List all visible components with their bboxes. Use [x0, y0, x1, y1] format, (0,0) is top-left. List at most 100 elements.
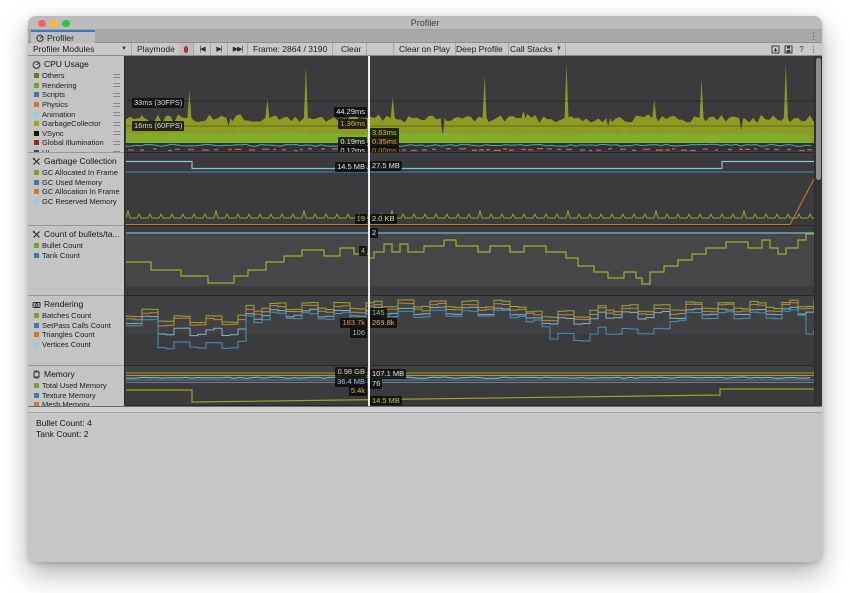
- vertices-count-label: 269.8k: [370, 318, 397, 328]
- cpu-value-label: 0.12ms: [338, 146, 367, 153]
- chevron-down-icon: ▼: [556, 46, 562, 52]
- cpu-gridline-label-33ms: 33ms (30FPS): [132, 98, 184, 108]
- legend-item[interactable]: Vertices Count: [28, 340, 124, 350]
- module-cpu-usage[interactable]: CPU Usage Others Rendering Scripts Physi…: [28, 56, 124, 153]
- legend-item[interactable]: SetPass Calls Count: [28, 321, 124, 331]
- chart-cpu-usage[interactable]: 33ms (30FPS) 16ms (60FPS) 44.29ms 1.36ms…: [126, 56, 814, 153]
- gc-value-label: 14.5 MB: [335, 162, 367, 172]
- drag-handle-icon[interactable]: [113, 74, 120, 78]
- clear-on-play-toggle[interactable]: Clear on Play: [393, 43, 456, 55]
- legend-item[interactable]: Texture Memory: [28, 391, 124, 401]
- series-color-swatch: [34, 313, 39, 318]
- memory-value-label: 5.4k: [349, 386, 367, 396]
- series-color-swatch: [34, 342, 39, 347]
- record-button[interactable]: [179, 43, 194, 55]
- drag-handle-icon[interactable]: [113, 93, 120, 97]
- module-sidebar: CPU Usage Others Rendering Scripts Physi…: [28, 56, 125, 406]
- window-titlebar[interactable]: Profiler: [28, 16, 822, 30]
- legend-item[interactable]: GarbageCollector: [28, 119, 124, 129]
- chart-count-of-bullets[interactable]: 2 4: [126, 226, 814, 296]
- series-color-swatch: [34, 83, 39, 88]
- call-stacks-dropdown[interactable]: ▼: [553, 43, 566, 55]
- cpu-value-label: 1.36ms: [338, 119, 367, 129]
- tank-count-detail: Tank Count: 2: [36, 429, 88, 439]
- series-color-swatch: [34, 332, 39, 337]
- drag-handle-icon[interactable]: [113, 83, 120, 87]
- crossed-tools-icon: [32, 230, 41, 239]
- legend-item[interactable]: GC Allocation In Frame Cour: [28, 187, 124, 197]
- previous-frame-button[interactable]: |◀: [194, 43, 211, 55]
- profiler-modules-dropdown[interactable]: Profiler Modules▼: [28, 43, 132, 55]
- gc-value-label: 2.0 KB: [370, 214, 397, 224]
- series-color-swatch: [34, 73, 39, 78]
- rendering-icon: [32, 300, 41, 309]
- legend-item[interactable]: VSync: [28, 129, 124, 139]
- legend-item[interactable]: Batches Count: [28, 311, 124, 321]
- clear-button[interactable]: Clear: [336, 43, 367, 55]
- module-title: Rendering: [44, 299, 83, 309]
- series-color-swatch: [34, 180, 39, 185]
- legend-item[interactable]: Physics: [28, 100, 124, 110]
- chart-scrollbar[interactable]: [814, 56, 822, 406]
- current-frame-icon: ▶▶|: [233, 45, 243, 53]
- details-text: Bullet Count: 4Tank Count: 2: [28, 413, 822, 440]
- cpu-gauge-icon: [32, 60, 41, 69]
- drag-handle-icon[interactable]: [113, 141, 120, 145]
- series-color-swatch: [34, 383, 39, 388]
- legend-item[interactable]: Others: [28, 71, 124, 81]
- legend-item[interactable]: Bullet Count: [28, 241, 124, 251]
- window-title: Profiler: [28, 18, 822, 28]
- legend-item[interactable]: Tank Count: [28, 251, 124, 261]
- save-profile-button[interactable]: [782, 43, 795, 55]
- series-color-swatch: [34, 112, 39, 117]
- module-rendering[interactable]: Rendering Batches Count SetPass Calls Co…: [28, 296, 124, 366]
- pane-splitter[interactable]: [28, 406, 822, 413]
- legend-item[interactable]: Animation: [28, 109, 124, 119]
- batches-count-label: 145: [370, 308, 387, 318]
- chart-rendering[interactable]: 145 183.7k 269.8k 106: [126, 296, 814, 366]
- module-title: CPU Usage: [44, 59, 89, 69]
- triangles-count-label: 183.7k: [340, 318, 367, 328]
- legend-item[interactable]: GC Reserved Memory: [28, 197, 124, 207]
- legend-item[interactable]: GC Used Memory: [28, 178, 124, 188]
- module-title: Memory: [44, 369, 75, 379]
- legend-item[interactable]: Total Used Memory: [28, 381, 124, 391]
- drag-handle-icon[interactable]: [113, 131, 120, 135]
- series-color-swatch: [34, 170, 39, 175]
- tab-profiler[interactable]: Profiler: [31, 30, 95, 43]
- module-count-of-bullets[interactable]: Count of bullets/ta... Bullet Count Tank…: [28, 226, 124, 296]
- module-title: Garbage Collection: [44, 156, 117, 166]
- drag-handle-icon[interactable]: [113, 103, 120, 107]
- module-garbage-collection[interactable]: Garbage Collection GC Allocated In Frame…: [28, 153, 124, 226]
- module-title: Count of bullets/ta...: [44, 229, 120, 239]
- legend-item[interactable]: Global Illumination: [28, 138, 124, 148]
- next-frame-button[interactable]: ▶|: [211, 43, 228, 55]
- series-color-swatch: [34, 189, 39, 194]
- legend-item[interactable]: Scripts: [28, 90, 124, 100]
- current-frame-button[interactable]: ▶▶|: [228, 43, 248, 55]
- call-stacks-button[interactable]: Call Stacks: [505, 43, 559, 55]
- load-icon: [771, 45, 780, 54]
- series-color-swatch: [34, 393, 39, 398]
- drag-handle-icon[interactable]: [113, 122, 120, 126]
- save-icon: [784, 45, 793, 54]
- context-menu-button[interactable]: ⋮: [807, 43, 820, 55]
- chart-panel: 33ms (30FPS) 16ms (60FPS) 44.29ms 1.36ms…: [126, 56, 814, 406]
- chevron-down-icon: ▼: [121, 46, 127, 52]
- cpu-value-label: 44.29ms: [334, 107, 367, 117]
- load-profile-button[interactable]: [769, 43, 782, 55]
- module-memory[interactable]: Memory Total Used Memory Texture Memory …: [28, 366, 124, 406]
- scrollbar-thumb[interactable]: [816, 58, 821, 180]
- legend-item[interactable]: GC Allocated In Frame: [28, 168, 124, 178]
- chart-garbage-collection[interactable]: 14.5 MB 27.5 MB 19 2.0 KB: [126, 153, 814, 226]
- crossed-tools-icon: [32, 157, 41, 166]
- drag-handle-icon[interactable]: [113, 112, 120, 116]
- chart-memory[interactable]: 0.98 GB 107.1 MB 36.4 MB 76 5.4k 14.5 MB: [126, 366, 814, 406]
- legend-item[interactable]: Rendering: [28, 81, 124, 91]
- deep-profile-toggle[interactable]: Deep Profile: [451, 43, 509, 55]
- previous-frame-icon: |◀: [199, 45, 204, 53]
- tab-overflow-menu-icon[interactable]: ⋮: [809, 31, 818, 42]
- legend-item[interactable]: Triangles Count: [28, 330, 124, 340]
- memory-value-label: 76: [370, 379, 382, 389]
- help-icon: ?: [799, 45, 803, 54]
